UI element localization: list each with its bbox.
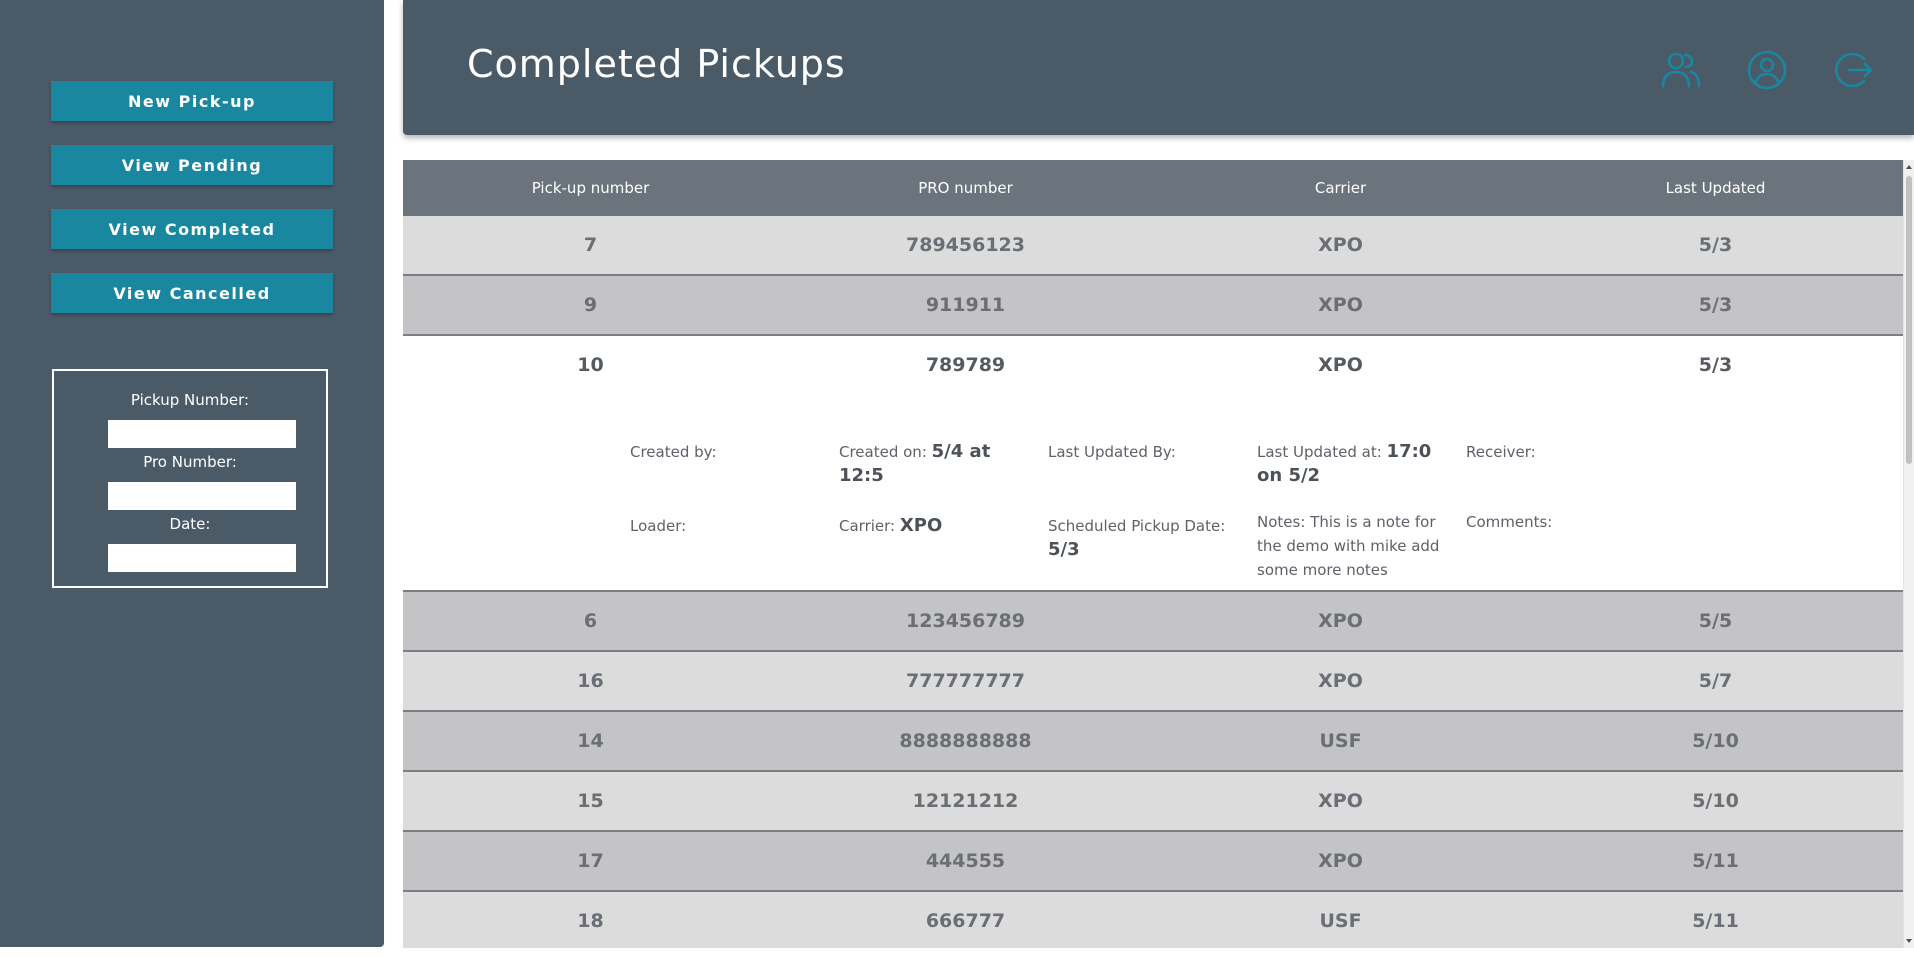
cell-last-updated: 5/10 xyxy=(1692,790,1739,812)
pickup-number-label: Pickup Number: xyxy=(130,391,250,409)
cell-pickup-number: 6 xyxy=(583,610,598,632)
cell-last-updated: 5/7 xyxy=(1698,670,1733,692)
pickups-table: Pick-up number PRO number Carrier Last U… xyxy=(403,160,1903,948)
table-row[interactable]: 15 12121212 XPO 5/10 xyxy=(403,772,1903,832)
view-pending-button[interactable]: View Pending xyxy=(51,145,333,185)
cell-pickup-number: 9 xyxy=(583,294,598,316)
account-icon[interactable] xyxy=(1745,48,1789,92)
cell-carrier: XPO xyxy=(1318,294,1363,316)
cell-carrier: XPO xyxy=(1318,610,1363,632)
cell-pro-number: 444555 xyxy=(925,850,1006,872)
cell-carrier: XPO xyxy=(1318,354,1363,376)
table-row[interactable]: 16 777777777 XPO 5/7 xyxy=(403,652,1903,712)
cell-pro-number: 777777777 xyxy=(906,670,1025,692)
table-row[interactable]: 9 911911 XPO 5/3 xyxy=(403,276,1903,336)
cell-last-updated: 5/3 xyxy=(1698,294,1733,316)
page-title: Completed Pickups xyxy=(467,42,846,86)
cell-pickup-number: 16 xyxy=(577,670,604,692)
cell-last-updated: 5/11 xyxy=(1692,910,1739,932)
cell-pickup-number: 14 xyxy=(577,730,604,752)
cell-pro-number: 911911 xyxy=(925,294,1006,316)
view-cancelled-button[interactable]: View Cancelled xyxy=(51,273,333,313)
cell-last-updated: 5/10 xyxy=(1692,730,1739,752)
pro-number-input[interactable] xyxy=(108,482,296,510)
header: Completed Pickups xyxy=(403,0,1914,135)
scroll-up-arrow-icon[interactable] xyxy=(1904,162,1914,172)
search-panel: Pickup Number: Pro Number: Date: xyxy=(52,369,328,588)
column-header-carrier[interactable]: Carrier xyxy=(1153,160,1528,216)
cell-pro-number: 12121212 xyxy=(912,790,1019,812)
table-row-expanded[interactable]: 10 789789 XPO 5/3 Created by: Created on… xyxy=(403,336,1903,592)
column-header-pickup-number[interactable]: Pick-up number xyxy=(403,160,778,216)
cell-last-updated: 5/5 xyxy=(1698,610,1733,632)
cell-pickup-number: 15 xyxy=(577,790,604,812)
detail-notes: Notes: This is a note for the demo with … xyxy=(1257,513,1440,579)
cell-last-updated: 5/11 xyxy=(1692,850,1739,872)
cell-carrier: USF xyxy=(1319,730,1362,752)
scroll-down-arrow-icon[interactable] xyxy=(1904,936,1914,946)
detail-last-updated-at: Last Updated at: 17:0 on 5/2 xyxy=(1257,441,1432,486)
logout-icon[interactable] xyxy=(1831,48,1875,92)
date-label: Date: xyxy=(169,515,211,533)
cell-carrier: XPO xyxy=(1318,234,1363,256)
detail-carrier: Carrier: XPO xyxy=(839,515,943,536)
pickup-number-input[interactable] xyxy=(108,420,296,448)
column-header-pro-number[interactable]: PRO number xyxy=(778,160,1153,216)
table-row[interactable]: 7 789456123 XPO 5/3 xyxy=(403,216,1903,276)
detail-last-updated-by: Last Updated By: xyxy=(1048,443,1176,461)
table-row[interactable]: 18 666777 USF 5/11 xyxy=(403,892,1903,948)
table-row[interactable]: 14 8888888888 USF 5/10 xyxy=(403,712,1903,772)
cell-carrier: XPO xyxy=(1318,850,1363,872)
cell-last-updated: 5/3 xyxy=(1698,354,1733,376)
users-icon[interactable] xyxy=(1659,48,1703,92)
sidebar: New Pick-up View Pending View Completed … xyxy=(0,0,384,947)
detail-created-by: Created by: xyxy=(630,443,717,461)
cell-pro-number: 789789 xyxy=(925,354,1006,376)
cell-pickup-number: 17 xyxy=(577,850,604,872)
cell-carrier: XPO xyxy=(1318,670,1363,692)
date-input[interactable] xyxy=(108,544,296,572)
cell-pro-number: 666777 xyxy=(925,910,1006,932)
scrollbar-thumb[interactable] xyxy=(1906,176,1912,464)
new-pickup-button[interactable]: New Pick-up xyxy=(51,81,333,121)
cell-carrier: XPO xyxy=(1318,790,1363,812)
table-header: Pick-up number PRO number Carrier Last U… xyxy=(403,160,1903,216)
cell-last-updated: 5/3 xyxy=(1698,234,1733,256)
cell-pickup-number: 18 xyxy=(577,910,604,932)
detail-comments: Comments: xyxy=(1466,513,1553,531)
cell-pickup-number: 7 xyxy=(583,234,598,256)
cell-pro-number: 123456789 xyxy=(906,610,1025,632)
view-completed-button[interactable]: View Completed xyxy=(51,209,333,249)
column-header-last-updated[interactable]: Last Updated xyxy=(1528,160,1903,216)
detail-loader: Loader: xyxy=(630,517,687,535)
cell-pro-number: 8888888888 xyxy=(899,730,1032,752)
detail-scheduled-pickup-date: Scheduled Pickup Date: 5/3 xyxy=(1048,517,1226,560)
detail-created-on: Created on: 5/4 at 12:5 xyxy=(839,441,991,486)
table-row[interactable]: 17 444555 XPO 5/11 xyxy=(403,832,1903,892)
cell-pickup-number: 10 xyxy=(577,354,604,376)
cell-pro-number: 789456123 xyxy=(906,234,1025,256)
pro-number-label: Pro Number: xyxy=(143,453,237,471)
detail-receiver: Receiver: xyxy=(1466,443,1536,461)
table-row[interactable]: 6 123456789 XPO 5/5 xyxy=(403,592,1903,652)
cell-carrier: USF xyxy=(1319,910,1362,932)
